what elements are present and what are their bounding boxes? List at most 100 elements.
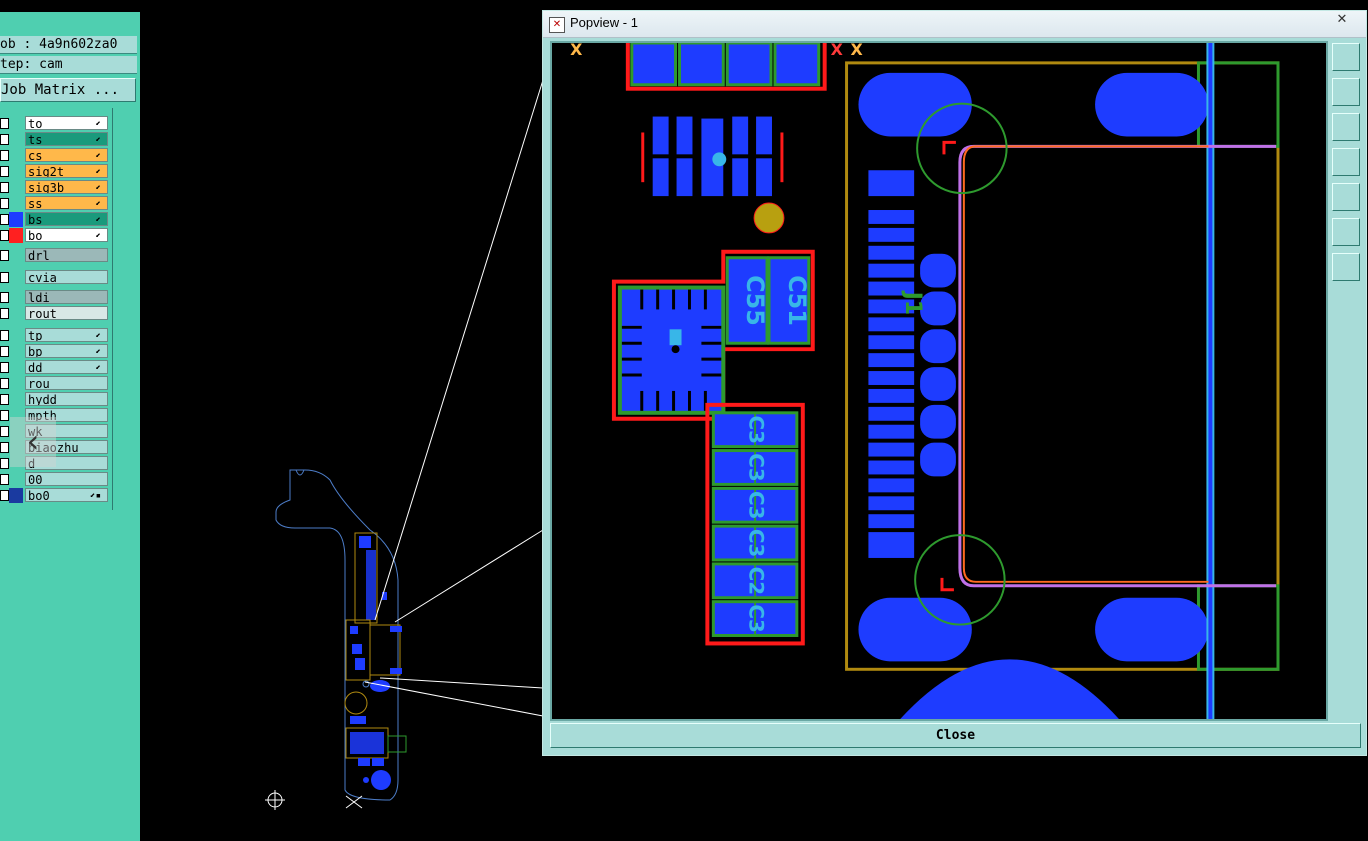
- zoom-window-icon[interactable]: [1332, 43, 1360, 71]
- layer-checkbox[interactable]: [0, 214, 9, 225]
- layer-row[interactable]: ss ⬋: [0, 196, 112, 211]
- layer-checkbox[interactable]: [0, 230, 9, 241]
- layer-name[interactable]: cvia: [25, 270, 108, 284]
- layer-checkbox[interactable]: [0, 490, 9, 501]
- layer-row[interactable]: tp ⬋: [0, 328, 112, 343]
- layer-checkbox[interactable]: [0, 346, 9, 357]
- layer-name[interactable]: dd ⬋: [25, 360, 108, 374]
- zoom-out-icon[interactable]: [1332, 218, 1360, 246]
- menu-analysis[interactable]: Analysis: [211, 0, 266, 10]
- layer-checkbox[interactable]: [0, 330, 9, 341]
- layer-color-swatch[interactable]: [9, 164, 23, 179]
- menu-step[interactable]: Step: [331, 0, 361, 10]
- layer-row[interactable]: bo ⬋: [0, 228, 112, 243]
- layer-checkbox[interactable]: [0, 308, 9, 319]
- layer-name[interactable]: hydd: [25, 392, 108, 406]
- layer-checkbox[interactable]: [0, 198, 9, 209]
- layer-row[interactable]: cs ⬋: [0, 148, 112, 163]
- menu-edit[interactable]: Edit: [42, 0, 69, 10]
- layer-color-swatch[interactable]: [9, 148, 23, 163]
- layer-color-swatch[interactable]: [9, 376, 23, 391]
- layer-checkbox[interactable]: [0, 292, 9, 303]
- layer-color-swatch[interactable]: [9, 116, 23, 131]
- layer-row[interactable]: cvia: [0, 270, 112, 285]
- layer-row[interactable]: dd ⬋: [0, 360, 112, 375]
- menu-rout[interactable]: Rout: [376, 0, 407, 10]
- layer-row[interactable]: ts ⬋: [0, 132, 112, 147]
- zoom-in-icon[interactable]: [1332, 253, 1360, 281]
- menu-options[interactable]: Options: [147, 0, 198, 10]
- layer-checkbox[interactable]: [0, 134, 9, 145]
- layer-row[interactable]: rou: [0, 376, 112, 391]
- layer-color-swatch[interactable]: [9, 392, 23, 407]
- layer-row[interactable]: drl: [0, 248, 112, 263]
- layer-color-swatch[interactable]: [9, 306, 23, 321]
- layer-color-swatch[interactable]: [9, 132, 23, 147]
- layer-name[interactable]: 00: [25, 472, 108, 486]
- layer-name[interactable]: cs ⬋: [25, 148, 108, 162]
- layer-row[interactable]: bo0 ⬋▪: [0, 488, 112, 503]
- back-arrow-icon[interactable]: ‹: [10, 417, 56, 467]
- layer-name[interactable]: ss ⬋: [25, 196, 108, 210]
- layer-checkbox[interactable]: [0, 410, 9, 421]
- layer-row[interactable]: 00: [0, 472, 112, 487]
- job-matrix-button[interactable]: Job Matrix ...: [0, 78, 136, 102]
- layer-name[interactable]: sig3b ⬋: [25, 180, 108, 194]
- layer-name[interactable]: to ⬋: [25, 116, 108, 130]
- layer-name[interactable]: rou: [25, 376, 108, 390]
- layer-color-swatch[interactable]: [9, 196, 23, 211]
- layer-checkbox[interactable]: [0, 166, 9, 177]
- layer-checkbox[interactable]: [0, 458, 9, 469]
- layer-color-swatch[interactable]: [9, 290, 23, 305]
- layer-row[interactable]: sig3b ⬋: [0, 180, 112, 195]
- layer-checkbox[interactable]: [0, 150, 9, 161]
- layer-name[interactable]: ldi: [25, 290, 108, 304]
- layer-checkbox[interactable]: [0, 118, 9, 129]
- layer-checkbox[interactable]: [0, 474, 9, 485]
- layer-row[interactable]: sig2t ⬋: [0, 164, 112, 179]
- layer-color-swatch[interactable]: [9, 360, 23, 375]
- pan-right-icon[interactable]: [1332, 183, 1360, 211]
- layer-name[interactable]: bo0 ⬋▪: [25, 488, 108, 502]
- layer-name[interactable]: sig2t ⬋: [25, 164, 108, 178]
- layer-row[interactable]: bp ⬋: [0, 344, 112, 359]
- layer-color-swatch[interactable]: [9, 248, 23, 263]
- layer-color-swatch[interactable]: [9, 328, 23, 343]
- layer-name[interactable]: bp ⬋: [25, 344, 108, 358]
- menu-file[interactable]: File: [0, 0, 25, 10]
- layer-name[interactable]: drl: [25, 248, 108, 262]
- layer-color-swatch[interactable]: [9, 344, 23, 359]
- layer-row[interactable]: bs ⬋: [0, 212, 112, 227]
- layer-color-swatch[interactable]: [9, 472, 23, 487]
- menu-windows[interactable]: Windows: [422, 0, 482, 10]
- layer-name[interactable]: tp ⬋: [25, 328, 108, 342]
- layer-name[interactable]: bo ⬋: [25, 228, 108, 242]
- layer-checkbox[interactable]: [0, 250, 9, 261]
- pan-down-icon[interactable]: [1332, 113, 1360, 141]
- layer-checkbox[interactable]: [0, 426, 9, 437]
- layer-checkbox[interactable]: [0, 362, 9, 373]
- menu-dfm[interactable]: DFM: [282, 0, 315, 10]
- layer-checkbox[interactable]: [0, 394, 9, 405]
- popview-canvas[interactable]: X X X C55 C51 C3C3C3C3C2C3 J1: [550, 41, 1328, 721]
- close-icon[interactable]: ✕: [1321, 11, 1363, 29]
- popview-titlebar[interactable]: ✕ Popview - 1 ✕: [543, 11, 1366, 38]
- layer-row[interactable]: to ⬋: [0, 116, 112, 131]
- layer-color-swatch[interactable]: [9, 270, 23, 285]
- layer-checkbox[interactable]: [0, 378, 9, 389]
- layer-color-swatch[interactable]: [9, 488, 23, 503]
- layer-name[interactable]: bs ⬋: [25, 212, 108, 226]
- layer-color-swatch[interactable]: [9, 180, 23, 195]
- close-button[interactable]: Close: [550, 723, 1361, 748]
- layer-color-swatch[interactable]: [9, 212, 23, 227]
- layer-name[interactable]: ts ⬋: [25, 132, 108, 146]
- pan-left-icon[interactable]: [1332, 148, 1360, 176]
- layer-checkbox[interactable]: [0, 182, 9, 193]
- menu-actions[interactable]: Actions: [84, 0, 133, 10]
- layer-row[interactable]: hydd: [0, 392, 112, 407]
- layer-row[interactable]: ldi: [0, 290, 112, 305]
- layer-checkbox[interactable]: [0, 442, 9, 453]
- layer-checkbox[interactable]: [0, 272, 9, 283]
- pan-up-icon[interactable]: [1332, 78, 1360, 106]
- layer-color-swatch[interactable]: [9, 228, 23, 243]
